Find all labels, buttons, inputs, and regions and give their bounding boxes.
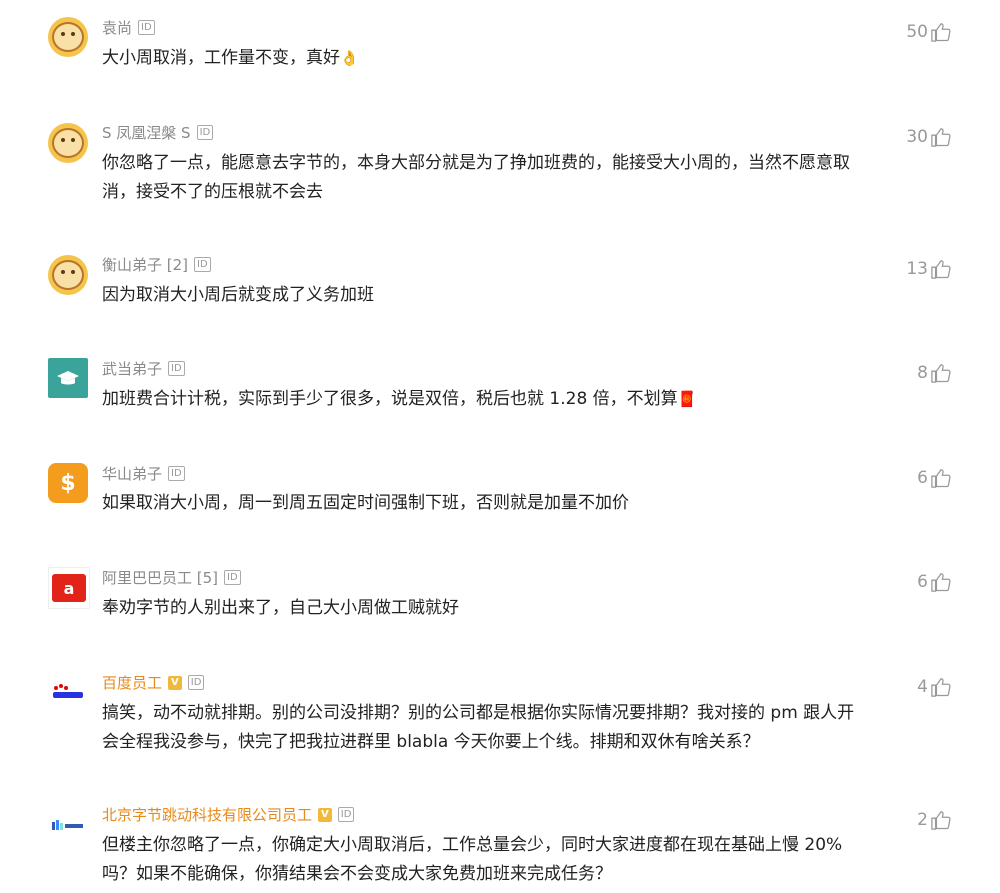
username[interactable]: 阿里巴巴员工 [5] [102, 567, 218, 588]
thumbs-up-icon [931, 573, 951, 592]
id-badge: ID [196, 125, 214, 140]
bytedance-logo-icon[interactable] [48, 805, 88, 845]
baidu-logo-icon[interactable] [48, 672, 88, 712]
thumbs-up-icon [931, 469, 951, 488]
ok-hand-emoji: 👌 [340, 49, 359, 67]
like-button[interactable]: 30 [906, 127, 952, 147]
username[interactable]: 华山弟子 [102, 463, 162, 484]
comment-text: 大小周取消，工作量不变，真好 [102, 48, 340, 68]
username[interactable]: 袁尚 [102, 17, 132, 38]
comment-text: 搞笑，动不动就排期。别的公司没排期？别的公司都是根据你实际情况要排期？我对接的 … [102, 703, 855, 752]
username[interactable]: 百度员工 [102, 672, 162, 693]
verified-badge: V [168, 675, 182, 690]
comment-text: 如果取消大小周，周一到周五固定时间强制下班，否则就是加量不加价 [102, 493, 629, 513]
monkey-icon[interactable] [48, 17, 88, 57]
like-button[interactable]: 6 [917, 572, 952, 592]
like-count: 8 [917, 363, 928, 383]
thumbs-up-icon [931, 23, 951, 42]
comment-text: 奉劝字节的人别出来了，自己大小周做工贼就好 [102, 598, 459, 618]
id-badge: ID [168, 361, 185, 376]
id-badge: ID [187, 675, 205, 690]
comment-text: 但楼主你忽略了一点，你确定大小周取消后，工作总量会少，同时大家进度都在现在基础上… [102, 835, 843, 884]
like-count: 13 [906, 259, 928, 279]
id-badge: ID [224, 570, 241, 585]
alibaba-logo-icon[interactable]: a [48, 567, 90, 609]
like-button[interactable]: 50 [906, 22, 952, 42]
graduation-cap-icon[interactable] [48, 358, 88, 398]
verified-badge: V [318, 807, 332, 822]
thumbs-up-icon [931, 364, 951, 383]
like-button[interactable]: 8 [917, 363, 952, 383]
like-count: 50 [906, 22, 928, 42]
red-envelope-emoji: 🧧 [677, 390, 697, 408]
dollar-coin-icon[interactable]: $ [48, 463, 88, 503]
thumbs-up-icon [931, 128, 951, 147]
comment-text: 你忽略了一点，能愿意去字节的，本身大部分就是为了挣加班费的，能接受大小周的，当然… [102, 153, 850, 202]
like-count: 6 [917, 572, 928, 592]
id-badge: ID [194, 257, 211, 272]
username[interactable]: 北京字节跳动科技有限公司员工 [102, 804, 312, 825]
like-button[interactable]: 4 [917, 677, 952, 697]
like-count: 30 [906, 127, 928, 147]
username[interactable]: 武当弟子 [102, 358, 162, 379]
like-button[interactable]: 2 [917, 810, 952, 830]
comment-text: 因为取消大小周后就变成了义务加班 [102, 285, 374, 305]
thumbs-up-icon [931, 678, 951, 697]
like-count: 6 [917, 468, 928, 488]
monkey-icon[interactable] [48, 255, 88, 295]
like-button[interactable]: 6 [917, 468, 952, 488]
username[interactable]: S 凤凰涅槃 S [102, 122, 191, 143]
username[interactable]: 衡山弟子 [2] [102, 254, 188, 275]
like-count: 2 [917, 810, 928, 830]
id-badge: ID [138, 20, 155, 35]
like-count: 4 [917, 677, 928, 697]
thumbs-up-icon [931, 811, 951, 830]
id-badge: ID [168, 466, 185, 481]
like-button[interactable]: 13 [906, 259, 952, 279]
comment-text: 加班费合计计税，实际到手少了很多，说是双倍，税后也就 1.28 倍，不划算 [102, 389, 678, 409]
monkey-icon[interactable] [48, 123, 88, 163]
id-badge: ID [337, 807, 355, 822]
thumbs-up-icon [931, 260, 951, 279]
